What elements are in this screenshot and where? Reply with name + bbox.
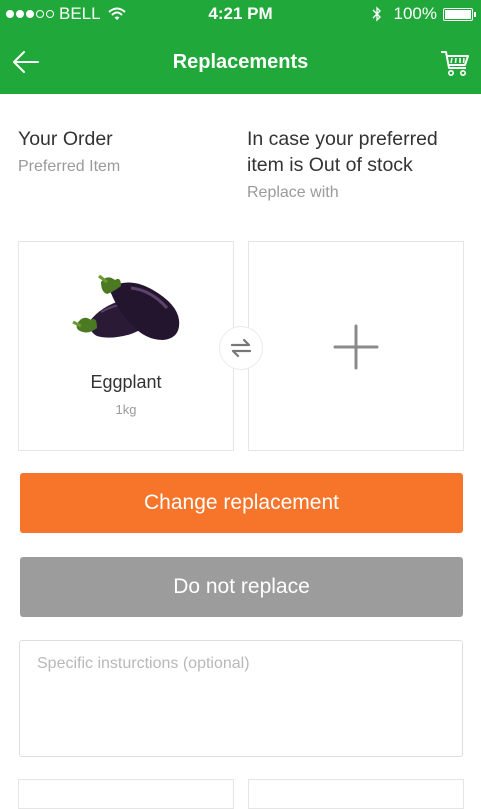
replace-with-label: Replace with <box>247 184 339 201</box>
next-replacement-card[interactable] <box>248 779 464 809</box>
swap-icon <box>219 326 263 370</box>
battery-icon <box>443 7 476 21</box>
bluetooth-icon <box>372 6 381 22</box>
add-replacement-card[interactable] <box>248 241 464 451</box>
swap-arrows-icon <box>230 338 252 358</box>
product-weight: 1kg <box>115 402 137 417</box>
eggplant-image <box>72 274 180 340</box>
instructions-input[interactable] <box>19 640 463 757</box>
next-item-card <box>18 779 234 809</box>
nav-bar: Replacements <box>0 28 481 94</box>
cart-icon[interactable] <box>439 48 471 78</box>
product-name: Eggplant <box>90 372 162 392</box>
change-replacement-button[interactable]: Change replacement <box>20 473 463 533</box>
replacement-section: In case your preferred item is Out of st… <box>247 126 472 202</box>
your-order-section: Your Order Preferred Item <box>18 126 218 176</box>
status-right: 100% <box>372 4 476 24</box>
page-title: Replacements <box>172 51 309 73</box>
preferred-item-card: Eggplant 1kg <box>18 241 234 451</box>
preferred-item-label: Preferred Item <box>18 158 121 175</box>
battery-percent: 100% <box>393 4 437 23</box>
do-not-replace-button[interactable]: Do not replace <box>20 557 463 617</box>
status-bar: BELL 4:21 PM 100% <box>0 0 481 28</box>
replacement-heading: In case your preferred item is Out of st… <box>247 128 438 176</box>
plus-icon[interactable] <box>333 324 379 370</box>
your-order-heading: Your Order <box>18 128 113 150</box>
